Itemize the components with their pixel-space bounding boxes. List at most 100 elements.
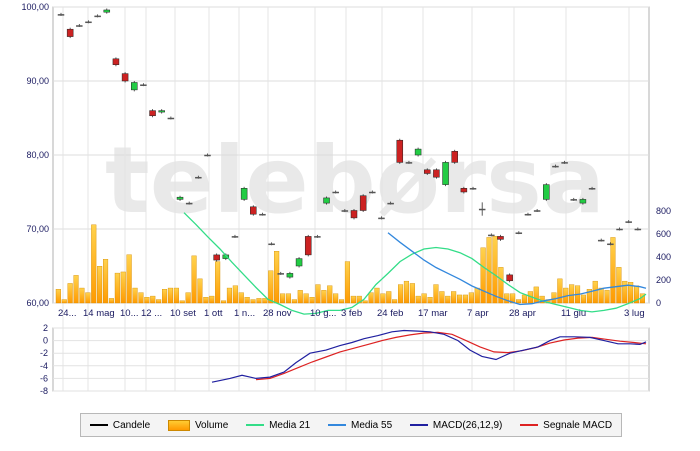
candle-up xyxy=(524,213,532,216)
volume-bar xyxy=(91,224,97,304)
price-tick-label: 100,00 xyxy=(21,2,49,12)
volume-bar xyxy=(144,297,150,304)
candle-up xyxy=(268,243,275,246)
volume-tick-label: 400 xyxy=(656,252,671,262)
candle-up xyxy=(625,221,632,223)
volume-bar xyxy=(427,297,433,304)
volume-bar xyxy=(557,278,563,304)
candle-down xyxy=(451,151,458,163)
volume-bar xyxy=(274,251,280,304)
candle-up xyxy=(552,165,559,168)
volume-bar xyxy=(238,292,244,304)
candle-up xyxy=(369,191,376,194)
volume-tick-label: 800 xyxy=(656,206,671,216)
volume-bar xyxy=(480,247,486,304)
legend-swatch xyxy=(520,424,539,426)
legend-item: Segnale MACD xyxy=(520,420,612,431)
volume-bar xyxy=(462,294,469,304)
volume-bar xyxy=(321,290,327,304)
volume-bar xyxy=(232,285,238,304)
candle-up xyxy=(240,188,248,200)
legend-item: Candele xyxy=(89,420,150,431)
x-tick-label: 1 ott xyxy=(204,308,223,319)
macd-tick-label: 0 xyxy=(43,336,48,346)
volume-bar xyxy=(451,291,457,304)
candle-up xyxy=(634,228,642,231)
x-tick-label: 3 lug xyxy=(624,308,645,319)
volume-bar xyxy=(256,298,262,304)
volume-bar xyxy=(185,292,191,304)
legend-item: Media 55 xyxy=(328,420,392,431)
volume-bar xyxy=(569,284,575,304)
legend-item: MACD(26,12,9) xyxy=(409,419,503,431)
legend-label: MACD(26,12,9) xyxy=(432,419,503,431)
candle-down xyxy=(304,236,312,256)
candle-up xyxy=(405,162,413,164)
candle-up xyxy=(103,9,111,13)
volume-bar xyxy=(55,289,61,304)
candle-up xyxy=(469,188,477,190)
macd-tick-label: -4 xyxy=(40,361,48,371)
volume-bar xyxy=(610,237,616,304)
candle-up xyxy=(94,15,101,18)
volume-bar xyxy=(179,300,185,304)
price-tick-label: 90,00 xyxy=(26,76,49,86)
volume-bar xyxy=(244,297,250,304)
price-tick-label: 60,00 xyxy=(26,298,49,308)
candle-up xyxy=(204,154,211,157)
volume-bar xyxy=(220,300,227,304)
volume-tick-label: 200 xyxy=(656,275,671,285)
x-tick-label: 10... xyxy=(120,308,139,319)
candle-up xyxy=(579,199,587,204)
volume-bar xyxy=(551,292,557,304)
volume-tick-label: 600 xyxy=(656,229,671,239)
volume-bar xyxy=(280,293,286,304)
volume-bar xyxy=(474,287,480,304)
candle-up xyxy=(570,199,577,201)
candle-up xyxy=(176,196,184,200)
candle-up xyxy=(588,188,596,190)
candle-up xyxy=(231,236,239,238)
legend-label: Media 55 xyxy=(351,419,393,431)
legend-item: Volume xyxy=(167,419,228,431)
macd-tick-label: -6 xyxy=(40,373,48,383)
volume-bar xyxy=(516,299,522,304)
x-tick-label: 1 n... xyxy=(234,308,255,319)
volume-bar xyxy=(120,271,126,304)
legend-swatch xyxy=(89,424,108,426)
candle-up xyxy=(277,273,284,275)
candle-down xyxy=(149,110,156,117)
volume-bar xyxy=(492,236,498,304)
candle-up xyxy=(488,234,495,237)
candle-up xyxy=(616,228,623,231)
volume-bar xyxy=(386,291,392,304)
volume-bar xyxy=(533,286,539,304)
candle-up xyxy=(167,117,175,120)
candle-up xyxy=(341,210,349,212)
volume-bar xyxy=(392,299,398,304)
volume-bar xyxy=(150,295,156,304)
candle-up xyxy=(131,82,138,91)
volume-bar xyxy=(203,297,209,304)
candle-down xyxy=(121,73,129,82)
candle-up xyxy=(140,84,147,86)
volume-bar xyxy=(457,294,463,304)
candle-down xyxy=(66,28,74,37)
volume-bar xyxy=(161,289,168,304)
volume-bar xyxy=(262,298,268,304)
volume-bar xyxy=(132,287,138,304)
x-tick-label: 10 g... xyxy=(310,308,336,319)
legend-label: Segnale MACD xyxy=(543,419,613,431)
volume-bar xyxy=(622,280,628,304)
x-tick-label: 24... xyxy=(58,308,77,319)
legend-label: Media 21 xyxy=(269,419,311,431)
volume-bar xyxy=(73,275,79,304)
candle-up xyxy=(378,217,385,220)
legend-swatch xyxy=(167,419,190,431)
candle-up xyxy=(533,210,541,212)
volume-bar xyxy=(315,284,321,304)
volume-bar xyxy=(156,299,162,304)
x-tick-label: 7 apr xyxy=(467,308,489,319)
volume-bar xyxy=(191,255,197,304)
candle-up xyxy=(387,202,394,205)
